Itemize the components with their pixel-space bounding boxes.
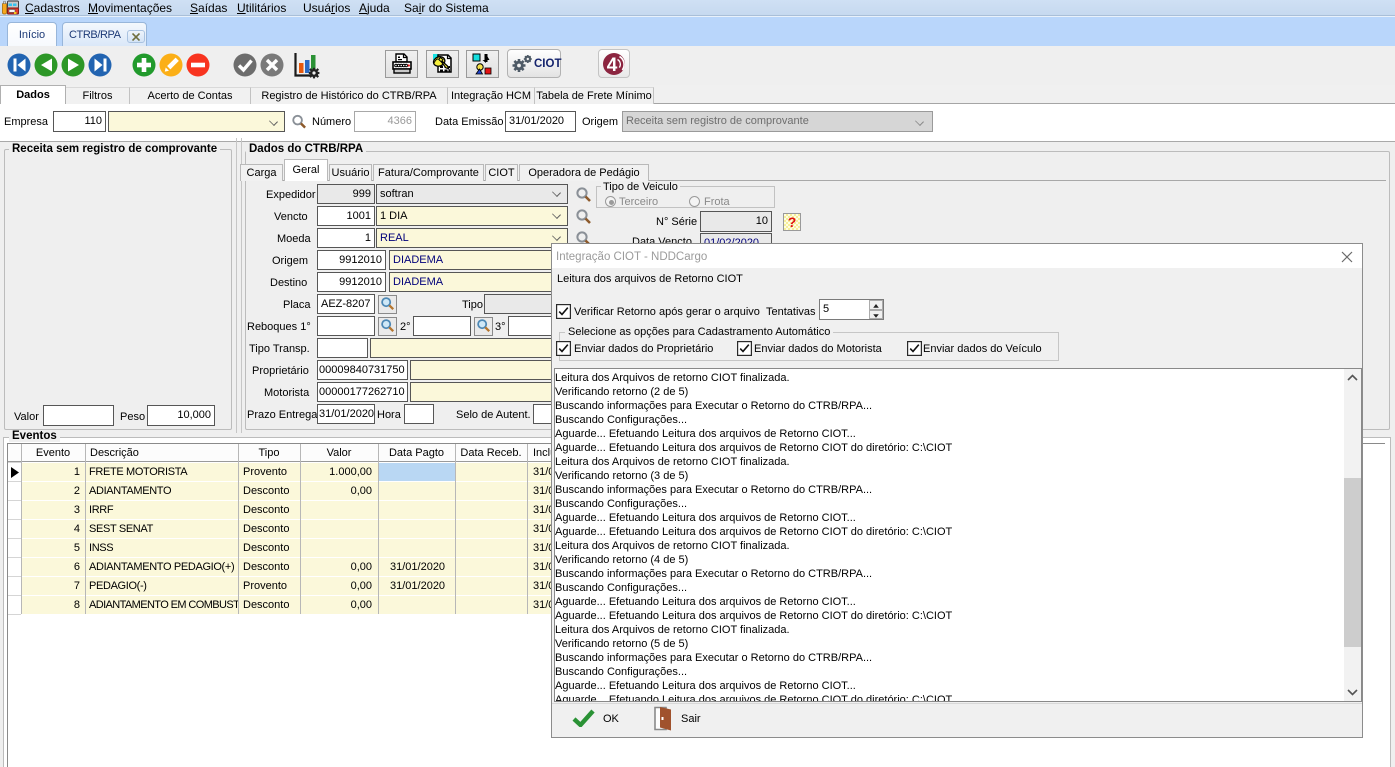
svg-text:4: 4 xyxy=(607,55,618,76)
